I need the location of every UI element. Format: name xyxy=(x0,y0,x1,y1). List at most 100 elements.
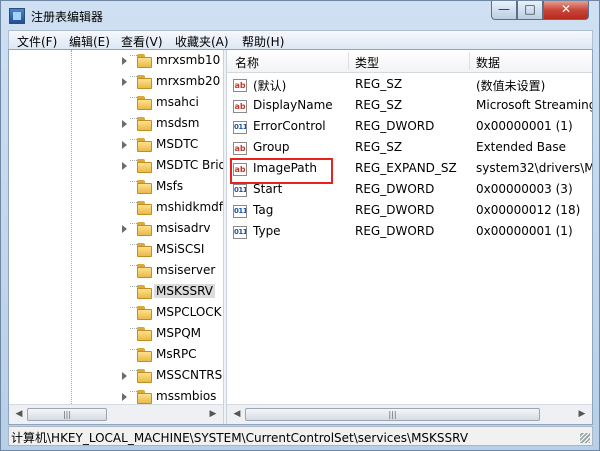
tree-item-label: MSDTC xyxy=(156,137,199,151)
menu-file[interactable]: 文件(F) xyxy=(17,33,57,50)
tree-item-label: MsRPC xyxy=(156,347,197,361)
folder-icon xyxy=(137,285,152,299)
folder-icon xyxy=(137,138,152,152)
folder-icon xyxy=(137,306,152,320)
tree-item[interactable]: MSiSCSI xyxy=(9,240,223,261)
expand-arrow-icon[interactable] xyxy=(122,393,127,401)
expand-arrow-icon[interactable] xyxy=(122,162,127,170)
folder-icon xyxy=(137,96,152,110)
tree-item[interactable]: MSSCNTRS xyxy=(9,366,223,387)
menu-bar: 文件(F) 编辑(E) 查看(V) 收藏夹(A) 帮助(H) xyxy=(8,30,593,50)
tree-item[interactable]: MsRPC xyxy=(9,345,223,366)
expand-arrow-icon[interactable] xyxy=(122,120,127,128)
tree-item[interactable]: MSPQM xyxy=(9,324,223,345)
menu-help[interactable]: 帮助(H) xyxy=(242,33,284,50)
scroll-left-arrow-icon[interactable]: ◀ xyxy=(11,407,27,422)
tree-item[interactable]: MSDTC xyxy=(9,135,223,156)
minimize-button[interactable]: — xyxy=(491,1,517,20)
tree-item-label: MSPQM xyxy=(156,326,202,340)
column-header-data[interactable]: 数据 xyxy=(476,54,500,71)
tree-item-label: MSiSCSI xyxy=(156,242,205,256)
value-row[interactable]: 011 Tag REG_DWORD 0x00000012 (18) xyxy=(227,201,592,222)
value-row[interactable]: ab (默认) REG_SZ (数值未设置) xyxy=(227,75,592,96)
string-value-icon: ab xyxy=(233,100,247,113)
tree-item[interactable]: msiserver xyxy=(9,261,223,282)
tree-item-label: MSSCNTRS xyxy=(156,368,223,382)
tree-item-label: msisadrv xyxy=(156,221,211,235)
tree-item[interactable]: mrxsmb20 xyxy=(9,72,223,93)
value-name: Tag xyxy=(253,203,274,217)
values-scroll-thumb[interactable]: ||| xyxy=(245,408,540,421)
folder-icon xyxy=(137,243,152,257)
value-row[interactable]: ab DisplayName REG_SZ Microsoft Streaming xyxy=(227,96,592,117)
tree-item[interactable]: msisadrv xyxy=(9,219,223,240)
registry-key-tree[interactable]: mrxsmb10 mrxsmb20 msahci msdsm MSDTC MSDTC Br… xyxy=(9,50,223,424)
scroll-right-arrow-icon[interactable]: ▶ xyxy=(574,407,590,422)
tree-item-label: msahci xyxy=(156,95,199,109)
menu-edit[interactable]: 编辑(E) xyxy=(69,33,110,50)
value-data: 0x00000001 (1) xyxy=(476,119,573,133)
dword-value-icon: 011 xyxy=(233,121,247,134)
tree-scroll-thumb[interactable]: ||| xyxy=(27,408,107,421)
expand-arrow-icon[interactable] xyxy=(122,78,127,86)
value-data: Extended Base xyxy=(476,140,567,154)
value-data: 0x00000012 (18) xyxy=(476,203,581,217)
column-header-name[interactable]: 名称 xyxy=(235,54,259,71)
expand-arrow-icon[interactable] xyxy=(122,57,127,65)
tree-item[interactable]: msahci xyxy=(9,93,223,114)
registry-editor-window: 注册表编辑器 — □ ✕ 文件(F) 编辑(E) 查看(V) 收藏夹(A) 帮助… xyxy=(0,0,600,451)
string-value-icon: ab xyxy=(233,142,247,155)
folder-icon xyxy=(137,369,152,383)
tree-item[interactable]: mrxsmb10 xyxy=(9,51,223,72)
tree-item-label: msiserver xyxy=(156,263,216,277)
resize-grip-icon[interactable] xyxy=(580,433,590,443)
value-name: DisplayName xyxy=(253,98,333,112)
value-type: REG_SZ xyxy=(355,77,403,91)
value-row[interactable]: 011 Type REG_DWORD 0x00000001 (1) xyxy=(227,222,592,243)
tree-item-label: Msfs xyxy=(156,179,184,193)
tree-horizontal-scrollbar[interactable]: ◀ ||| ▶ xyxy=(9,404,223,424)
value-name: Group xyxy=(253,140,290,154)
folder-icon xyxy=(137,159,152,173)
tree-item[interactable]: MSPCLOCK xyxy=(9,303,223,324)
expand-arrow-icon[interactable] xyxy=(122,372,127,380)
scroll-left-arrow-icon[interactable]: ◀ xyxy=(229,407,245,422)
tree-item[interactable]: mshidkmdf xyxy=(9,198,223,219)
tree-item-label: MSKSSRV xyxy=(154,284,215,298)
value-type: REG_DWORD xyxy=(355,119,435,133)
close-button[interactable]: ✕ xyxy=(543,1,589,20)
expand-arrow-icon[interactable] xyxy=(122,141,127,149)
menu-view[interactable]: 查看(V) xyxy=(121,33,163,50)
maximize-button[interactable]: □ xyxy=(517,1,543,20)
menu-favorites[interactable]: 收藏夹(A) xyxy=(175,33,229,50)
column-separator[interactable] xyxy=(348,52,349,70)
value-type: REG_DWORD xyxy=(355,203,435,217)
value-row[interactable]: ab Group REG_SZ Extended Base xyxy=(227,138,592,159)
folder-icon xyxy=(137,75,152,89)
column-header-row: 名称 类型 数据 xyxy=(227,50,592,73)
registry-editor-icon xyxy=(9,8,25,24)
column-separator[interactable] xyxy=(469,52,470,70)
tree-item-label: msdsm xyxy=(156,116,200,130)
title-bar[interactable]: 注册表编辑器 — □ ✕ xyxy=(1,1,599,31)
tree-item[interactable]: MSKSSRV xyxy=(9,282,223,303)
expand-arrow-icon[interactable] xyxy=(122,225,127,233)
scroll-right-arrow-icon[interactable]: ▶ xyxy=(205,407,221,422)
tree-item[interactable]: Msfs xyxy=(9,177,223,198)
tree-item-label: mshidkmdf xyxy=(156,200,223,214)
status-bar: 计算机\HKEY_LOCAL_MACHINE\SYSTEM\CurrentCon… xyxy=(8,426,593,446)
tree-item[interactable]: MSDTC Bridge xyxy=(9,156,223,177)
tree-item-label: mssmbios xyxy=(156,389,217,403)
value-data: 0x00000001 (1) xyxy=(476,224,573,238)
value-name: (默认) xyxy=(253,79,287,93)
registry-values-list[interactable]: 名称 类型 数据 ab (默认) REG_SZ (数值未设置) ab DisplayNam… xyxy=(227,50,592,424)
dword-value-icon: 011 xyxy=(233,205,247,218)
column-header-type[interactable]: 类型 xyxy=(355,54,379,71)
folder-icon xyxy=(137,180,152,194)
value-data: (数值未设置) xyxy=(476,79,546,93)
tree-item[interactable]: msdsm xyxy=(9,114,223,135)
values-horizontal-scrollbar[interactable]: ◀ ||| ▶ xyxy=(227,404,592,424)
value-row[interactable]: 011 ErrorControl REG_DWORD 0x00000001 (1) xyxy=(227,117,592,138)
window-title: 注册表编辑器 xyxy=(31,10,104,24)
registry-path: 计算机\HKEY_LOCAL_MACHINE\SYSTEM\CurrentCon… xyxy=(11,431,469,445)
